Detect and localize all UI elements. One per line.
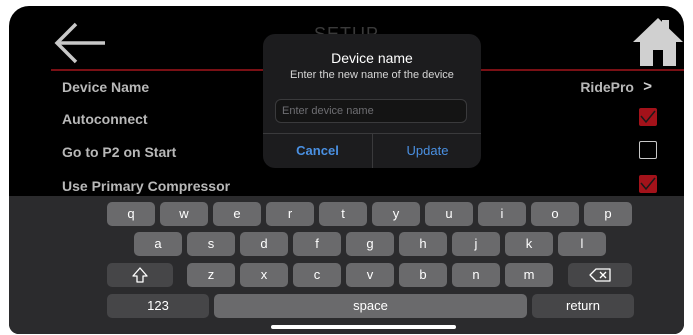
- key-t[interactable]: t: [319, 202, 367, 226]
- checkbox-checked[interactable]: [639, 108, 657, 126]
- dialog-title: Device name: [331, 50, 413, 66]
- checkmark-icon: [640, 110, 656, 124]
- setting-value: RidePro: [580, 79, 634, 95]
- key-c[interactable]: c: [293, 263, 341, 287]
- dialog-subtitle: Enter the new name of the device: [290, 69, 454, 81]
- key-h[interactable]: h: [399, 232, 447, 256]
- key-a[interactable]: a: [134, 232, 182, 256]
- cancel-button[interactable]: Cancel: [263, 134, 372, 168]
- key-q[interactable]: q: [107, 202, 155, 226]
- key-o[interactable]: o: [531, 202, 579, 226]
- chevron-right-icon: >: [643, 78, 652, 95]
- checkmark-icon: [640, 177, 656, 191]
- device-name-dialog: Device name Enter the new name of the de…: [263, 34, 481, 168]
- key-p[interactable]: p: [584, 202, 632, 226]
- setting-row-primary-compressor: Use Primary Compressor: [62, 171, 674, 199]
- setting-label: Autoconnect: [62, 111, 148, 127]
- setting-label: Use Primary Compressor: [62, 178, 231, 194]
- setting-label: Device Name: [62, 79, 150, 95]
- numbers-key[interactable]: 123: [107, 294, 209, 318]
- backspace-icon: [589, 268, 611, 282]
- key-v[interactable]: v: [346, 263, 394, 287]
- key-w[interactable]: w: [160, 202, 208, 226]
- home-indicator[interactable]: [271, 325, 456, 329]
- key-b[interactable]: b: [399, 263, 447, 287]
- key-l[interactable]: l: [558, 232, 606, 256]
- checkbox-checked[interactable]: [639, 175, 657, 193]
- key-z[interactable]: z: [187, 263, 235, 287]
- key-d[interactable]: d: [240, 232, 288, 256]
- key-g[interactable]: g: [346, 232, 394, 256]
- key-m[interactable]: m: [505, 263, 553, 287]
- shift-key[interactable]: [107, 263, 173, 287]
- space-key[interactable]: space: [214, 294, 527, 318]
- checkbox-unchecked[interactable]: [639, 141, 657, 159]
- setting-label: Go to P2 on Start: [62, 144, 177, 160]
- app-screen: SETUP Device Name RidePro > Autoconnect …: [9, 6, 684, 334]
- device-name-input[interactable]: [275, 99, 467, 123]
- update-button[interactable]: Update: [373, 134, 481, 168]
- key-f[interactable]: f: [293, 232, 341, 256]
- key-k[interactable]: k: [505, 232, 553, 256]
- key-i[interactable]: i: [478, 202, 526, 226]
- key-s[interactable]: s: [187, 232, 235, 256]
- return-key[interactable]: return: [532, 294, 634, 318]
- key-x[interactable]: x: [240, 263, 288, 287]
- key-e[interactable]: e: [213, 202, 261, 226]
- key-n[interactable]: n: [452, 263, 500, 287]
- shift-icon: [132, 267, 148, 283]
- key-r[interactable]: r: [266, 202, 314, 226]
- backspace-key[interactable]: [568, 263, 632, 287]
- key-u[interactable]: u: [425, 202, 473, 226]
- house-icon[interactable]: [631, 14, 684, 68]
- on-screen-keyboard: q w e r t y u i o p a s d f g h j k l z …: [9, 196, 684, 334]
- key-j[interactable]: j: [452, 232, 500, 256]
- key-y[interactable]: y: [372, 202, 420, 226]
